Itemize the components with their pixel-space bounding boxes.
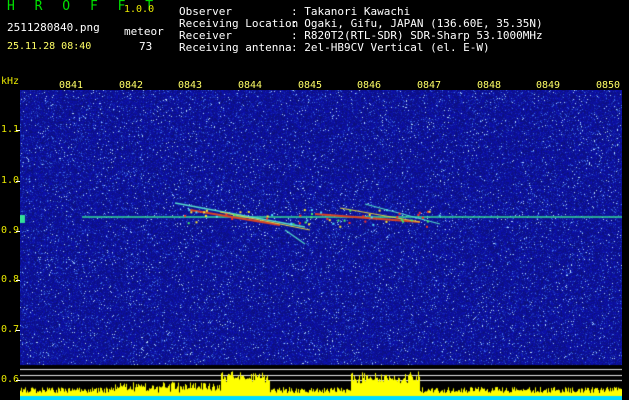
app-version: 1.0.0: [124, 4, 155, 15]
capture-datetime: 25.11.28 08:40: [7, 41, 92, 52]
antenna-value: : 2el-HB9CV Vertical (el. E-W): [291, 41, 490, 54]
file-name: 2511280840.png: [7, 21, 100, 34]
event-category: meteor: [124, 25, 164, 38]
antenna-label: Receiving antenna: [179, 41, 292, 54]
event-count: 73: [139, 40, 153, 53]
y-axis-unit: kHz: [1, 76, 20, 87]
spectrogram-canvas: [20, 90, 622, 400]
header-panel: H R O F F T 1.0.0 2511280840.png meteor …: [0, 0, 629, 75]
